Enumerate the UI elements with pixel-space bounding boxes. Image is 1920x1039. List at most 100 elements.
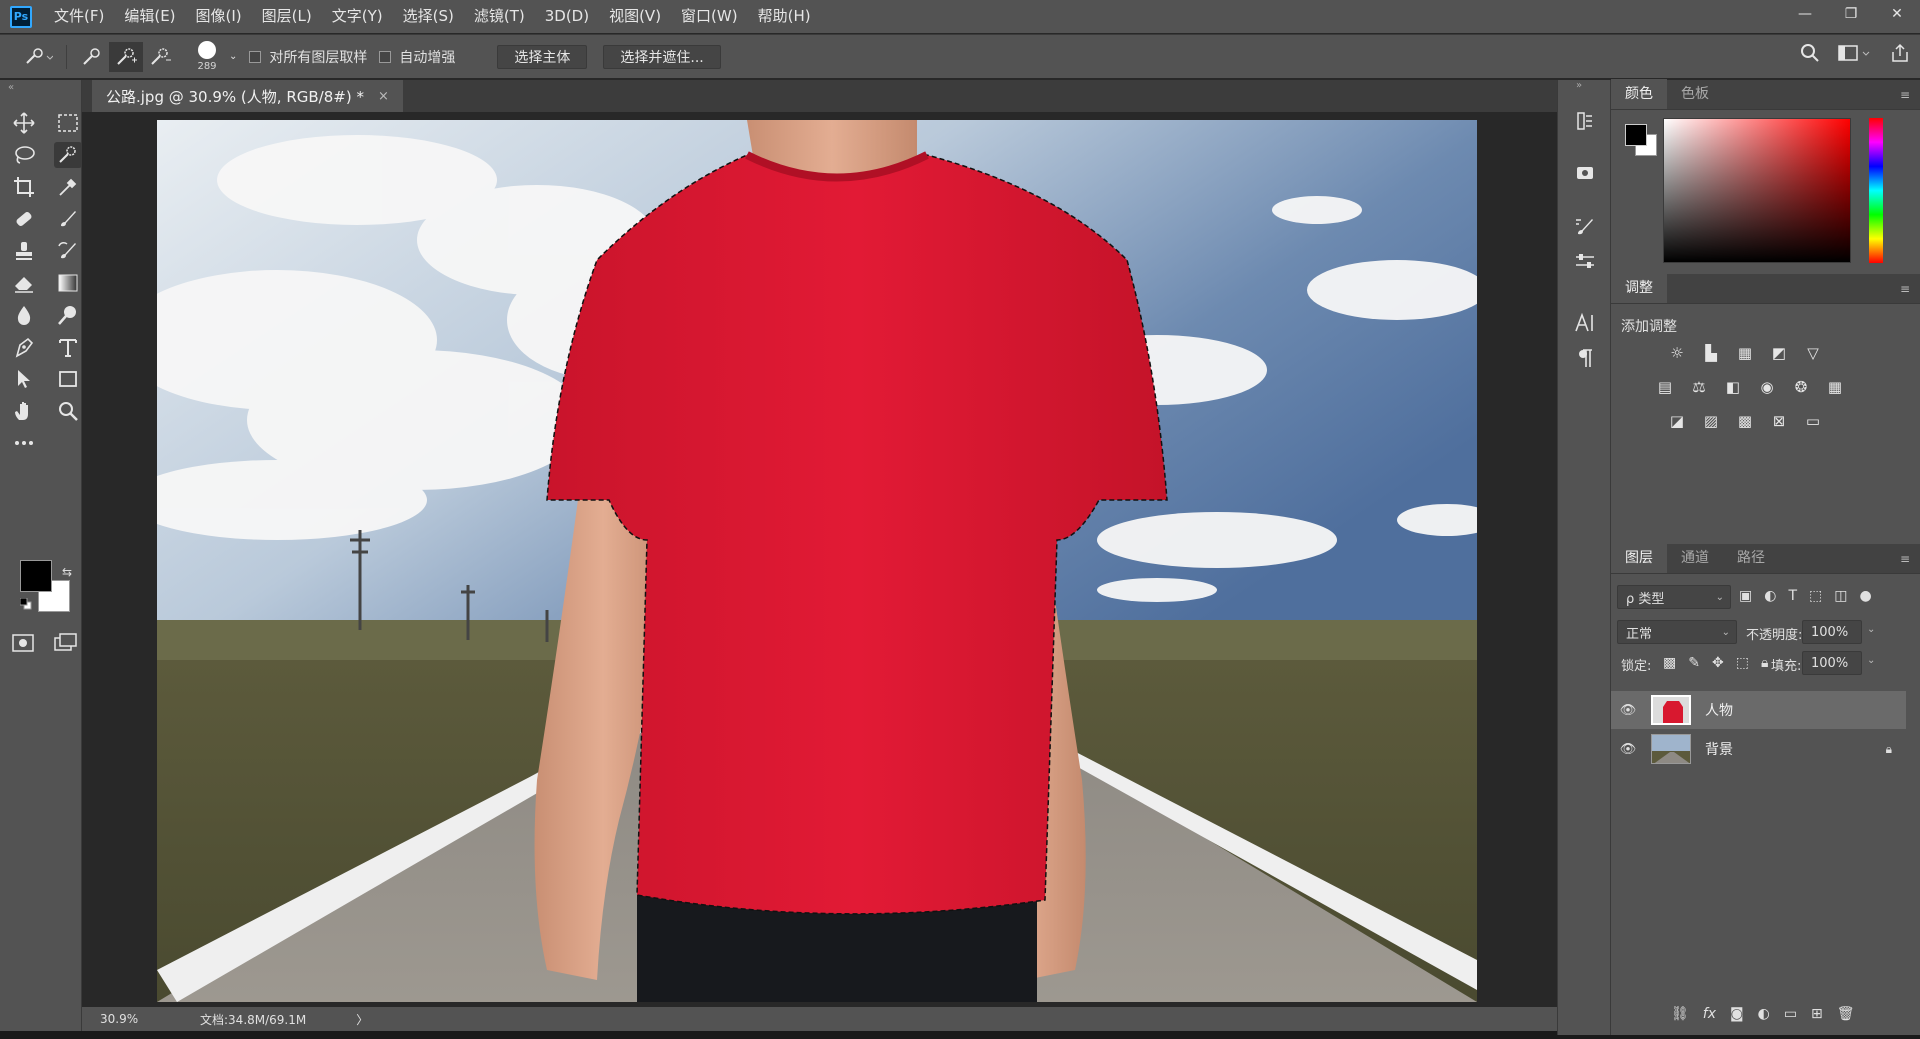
document-canvas[interactable] bbox=[157, 120, 1477, 1002]
menu-select[interactable]: 选择(S) bbox=[393, 0, 464, 33]
filter-shape-icon[interactable]: ⬚ bbox=[1809, 588, 1822, 604]
tool-preset-picker[interactable] bbox=[18, 42, 58, 72]
menu-edit[interactable]: 编辑(E) bbox=[114, 0, 185, 33]
color-balance-icon[interactable]: ⚖ bbox=[1687, 376, 1711, 398]
photo-filter-icon[interactable]: ◉ bbox=[1755, 376, 1779, 398]
pen-tool-icon[interactable] bbox=[10, 334, 38, 360]
tab-paths[interactable]: 路径 bbox=[1723, 543, 1779, 573]
menu-view[interactable]: 视图(V) bbox=[599, 0, 671, 33]
brush-tool-icon[interactable] bbox=[54, 206, 82, 232]
eyedropper-tool-icon[interactable] bbox=[54, 174, 82, 200]
swap-colors-icon[interactable]: ⇆ bbox=[62, 565, 72, 579]
blend-mode-dropdown[interactable]: 正常 ⌄ bbox=[1617, 620, 1737, 644]
quick-selection-tool-icon[interactable] bbox=[54, 142, 82, 168]
gradient-tool-icon[interactable] bbox=[54, 270, 82, 296]
history-brush-tool-icon[interactable] bbox=[54, 238, 82, 264]
menu-help[interactable]: 帮助(H) bbox=[748, 0, 821, 33]
dodge-tool-icon[interactable] bbox=[54, 302, 82, 328]
panel-menu-icon[interactable]: ≡ bbox=[1900, 282, 1910, 296]
foreground-color-swatch[interactable] bbox=[20, 560, 52, 592]
visibility-eye-icon[interactable]: 👁︎ bbox=[1611, 703, 1645, 718]
zoom-tool-icon[interactable] bbox=[54, 398, 82, 424]
close-tab-icon[interactable]: × bbox=[378, 89, 389, 104]
type-tool-icon[interactable] bbox=[54, 334, 82, 360]
vibrance-icon[interactable]: ▽ bbox=[1801, 342, 1825, 364]
minimize-button[interactable]: — bbox=[1782, 0, 1828, 28]
tab-adjustments[interactable]: 调整 bbox=[1611, 273, 1667, 303]
filter-toggle-icon[interactable]: ● bbox=[1859, 588, 1871, 604]
selective-color-icon[interactable]: ⊠ bbox=[1767, 410, 1791, 432]
brightness-icon[interactable]: ☼ bbox=[1665, 342, 1689, 364]
healing-brush-tool-icon[interactable] bbox=[10, 206, 38, 232]
lock-pixels-icon[interactable]: ✎ bbox=[1688, 655, 1700, 671]
chevron-down-icon[interactable]: ⌄ bbox=[1867, 624, 1875, 635]
character-panel-icon[interactable] bbox=[1572, 310, 1598, 336]
hue-slider[interactable] bbox=[1869, 118, 1883, 263]
hue-saturation-icon[interactable]: ▤ bbox=[1653, 376, 1677, 398]
blur-tool-icon[interactable] bbox=[10, 302, 38, 328]
select-and-mask-button[interactable]: 选择并遮住... bbox=[603, 44, 721, 69]
screen-mode-icon[interactable] bbox=[54, 633, 78, 657]
marquee-tool-icon[interactable] bbox=[54, 110, 82, 136]
brush-size-picker[interactable]: 289 bbox=[187, 38, 227, 76]
menu-layer[interactable]: 图层(L) bbox=[252, 0, 322, 33]
adjust-sliders-icon[interactable] bbox=[1572, 248, 1598, 274]
restore-button[interactable]: ❐ bbox=[1828, 0, 1874, 28]
foreground-color-chip[interactable] bbox=[1625, 124, 1647, 146]
new-adjustment-layer-icon[interactable]: ◐ bbox=[1758, 1006, 1770, 1022]
delete-layer-icon[interactable]: 🗑︎ bbox=[1837, 1006, 1855, 1022]
menu-filter[interactable]: 滤镜(T) bbox=[464, 0, 535, 33]
new-layer-icon[interactable]: ⊞ bbox=[1811, 1006, 1823, 1022]
rectangle-tool-icon[interactable] bbox=[54, 366, 82, 392]
brush-settings-icon[interactable] bbox=[1572, 214, 1598, 240]
fill-field[interactable]: 100% bbox=[1802, 651, 1862, 675]
filter-type-icon[interactable]: T bbox=[1788, 588, 1797, 604]
menu-type[interactable]: 文字(Y) bbox=[322, 0, 393, 33]
paragraph-panel-icon[interactable] bbox=[1572, 345, 1598, 371]
auto-enhance-checkbox[interactable]: 自动增强 bbox=[379, 47, 455, 67]
curves-icon[interactable]: ▦ bbox=[1733, 342, 1757, 364]
layer-filter-dropdown[interactable]: ρ 类型 ⌄ bbox=[1617, 585, 1731, 609]
subtract-from-selection-button[interactable] bbox=[143, 42, 177, 72]
color-lookup-icon[interactable]: ▦ bbox=[1823, 376, 1847, 398]
invert-icon[interactable]: ◪ bbox=[1665, 410, 1689, 432]
threshold-icon[interactable]: ▩ bbox=[1733, 410, 1757, 432]
more-tools-icon[interactable] bbox=[10, 430, 38, 456]
search-icon[interactable] bbox=[1800, 43, 1820, 63]
share-icon[interactable] bbox=[1890, 43, 1910, 63]
tab-channels[interactable]: 通道 bbox=[1667, 543, 1723, 573]
history-panel-icon[interactable] bbox=[1572, 108, 1598, 134]
collapse-icon[interactable]: « bbox=[8, 82, 14, 93]
opacity-field[interactable]: 100% bbox=[1802, 620, 1862, 644]
layer-row-background[interactable]: 👁︎ 背景 🔒︎ bbox=[1611, 730, 1906, 768]
menu-window[interactable]: 窗口(W) bbox=[671, 0, 748, 33]
link-layers-icon[interactable]: ⛓︎ bbox=[1671, 1006, 1689, 1022]
hand-tool-icon[interactable] bbox=[10, 398, 38, 424]
close-button[interactable]: ✕ bbox=[1874, 0, 1920, 28]
select-subject-button[interactable]: 选择主体 bbox=[497, 44, 588, 69]
channel-mixer-icon[interactable]: ❂ bbox=[1789, 376, 1813, 398]
exposure-icon[interactable]: ◩ bbox=[1767, 342, 1791, 364]
chevron-down-icon[interactable]: ⌄ bbox=[229, 51, 237, 62]
document-tab[interactable]: 公路.jpg @ 30.9% (人物, RGB/8#) * × bbox=[92, 80, 403, 112]
filter-smart-object-icon[interactable]: ◫ bbox=[1834, 588, 1847, 604]
lock-artboard-icon[interactable]: ⬚ bbox=[1736, 655, 1749, 671]
tab-swatches[interactable]: 色板 bbox=[1667, 79, 1723, 109]
new-selection-button[interactable] bbox=[75, 42, 109, 72]
quick-mask-icon[interactable] bbox=[12, 633, 36, 657]
workspace-icon[interactable] bbox=[1838, 43, 1872, 63]
levels-icon[interactable]: ▙ bbox=[1699, 342, 1723, 364]
lock-transparent-icon[interactable]: ▩ bbox=[1663, 655, 1676, 671]
expand-icon[interactable]: » bbox=[1576, 80, 1582, 91]
filter-adjustment-icon[interactable]: ◐ bbox=[1764, 588, 1776, 604]
chevron-down-icon[interactable]: ⌄ bbox=[1867, 655, 1875, 666]
lock-all-icon[interactable]: 🔒︎ bbox=[1761, 655, 1768, 671]
menu-file[interactable]: 文件(F) bbox=[44, 0, 114, 33]
zoom-level[interactable]: 30.9% bbox=[100, 1012, 180, 1026]
default-colors-icon[interactable] bbox=[19, 597, 32, 610]
tab-color[interactable]: 颜色 bbox=[1611, 79, 1667, 109]
panel-menu-icon[interactable]: ≡ bbox=[1900, 552, 1910, 566]
layer-row-person[interactable]: 👁︎ 人物 bbox=[1611, 691, 1906, 729]
color-field[interactable] bbox=[1663, 118, 1851, 263]
add-to-selection-button[interactable] bbox=[109, 41, 143, 72]
